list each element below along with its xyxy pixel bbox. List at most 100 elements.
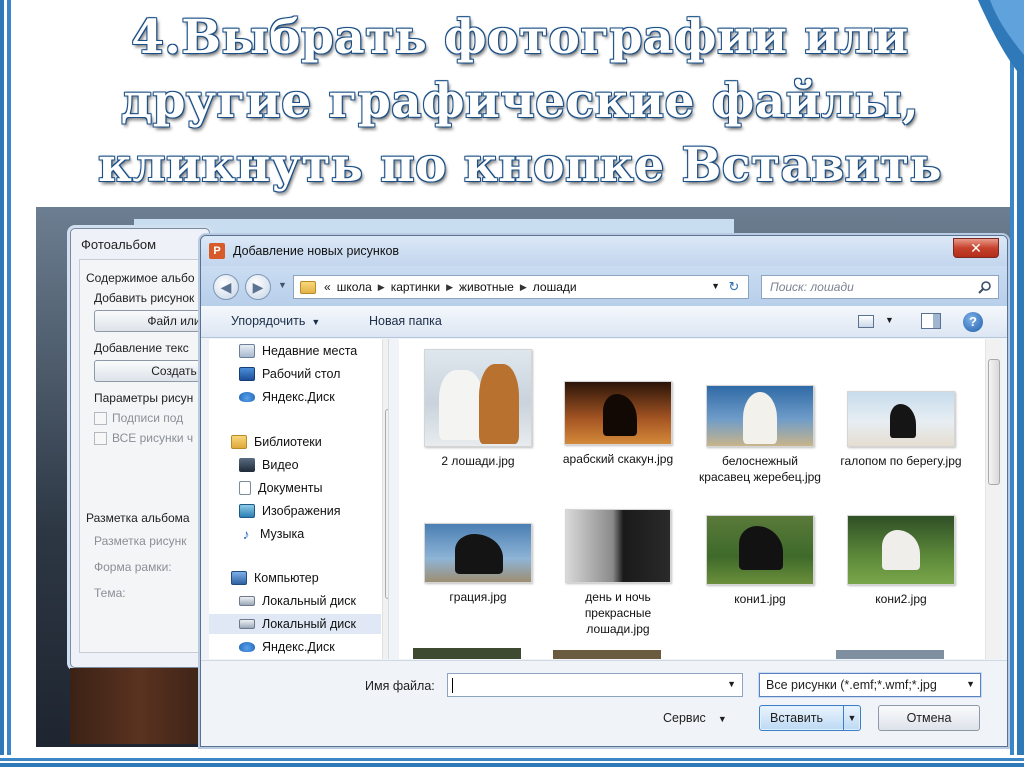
insert-options-dropdown[interactable]: ▼ bbox=[843, 706, 860, 730]
nav-item-local-disk-selected[interactable]: Локальный диск bbox=[209, 614, 381, 634]
file-item[interactable]: 2 лошади.jpg bbox=[413, 349, 543, 469]
folder-icon bbox=[300, 280, 316, 294]
search-placeholder: Поиск: лошади bbox=[770, 280, 854, 294]
nav-item-yandex-disk[interactable]: Яндекс.Диск bbox=[239, 387, 335, 407]
slide-frame-bottom bbox=[0, 755, 1024, 767]
history-dropdown-icon[interactable]: ▼ bbox=[278, 280, 287, 290]
video-icon bbox=[239, 458, 255, 472]
file-item[interactable]: грация.jpg bbox=[413, 523, 543, 605]
insert-label: Вставить bbox=[770, 711, 823, 725]
nav-item-label: Недавние места bbox=[262, 344, 358, 358]
nav-item-label: Локальный диск bbox=[262, 617, 356, 631]
checkbox-box bbox=[94, 431, 107, 445]
scrollbar-thumb[interactable] bbox=[385, 409, 388, 599]
close-button[interactable]: ✕ bbox=[953, 238, 999, 258]
album-dialog-title: Фотоальбом bbox=[81, 237, 157, 252]
all-pictures-checkbox[interactable]: ВСЕ рисунки ч bbox=[94, 428, 202, 448]
insert-button[interactable]: Вставить ▼ bbox=[759, 705, 861, 731]
refresh-icon[interactable]: ↻ bbox=[724, 279, 744, 295]
thumbnail-image bbox=[706, 515, 814, 585]
address-dropdown-icon[interactable]: ▼ bbox=[711, 281, 720, 291]
file-name: грация.jpg bbox=[449, 590, 507, 604]
frame-shape-label: Форма рамки: bbox=[94, 560, 172, 574]
service-menu-button[interactable]: Сервис ▼ bbox=[663, 711, 727, 725]
create-button[interactable]: Создать bbox=[94, 360, 208, 382]
breadcrumb-item[interactable]: лошади bbox=[533, 280, 577, 294]
slide-title-line: кликнуть по кнопке Вставить bbox=[97, 138, 943, 193]
slide-title-line: другие графические файлы, bbox=[120, 74, 920, 129]
breadcrumb-item[interactable]: картинки bbox=[391, 280, 440, 294]
file-item[interactable]: галопом по берегу.jpg bbox=[836, 391, 966, 469]
new-folder-button[interactable]: Новая папка bbox=[369, 314, 442, 328]
breadcrumb-item[interactable]: школа bbox=[337, 280, 372, 294]
file-list-scrollbar[interactable] bbox=[985, 339, 1002, 659]
nav-item-local-disk[interactable]: Локальный диск bbox=[239, 591, 356, 611]
add-picture-label: Добавить рисунок bbox=[94, 291, 195, 305]
file-or-disk-button[interactable]: Файл или bbox=[94, 310, 208, 332]
navigation-pane: Недавние места Рабочий стол Яндекс.Диск … bbox=[209, 339, 389, 659]
file-item[interactable]: арабский скакун.jpg bbox=[553, 381, 683, 467]
chevron-down-icon[interactable]: ▼ bbox=[727, 679, 736, 689]
breadcrumb-overflow[interactable]: « bbox=[324, 280, 331, 294]
thumbnail-image bbox=[424, 523, 532, 583]
nav-item-recent-places[interactable]: Недавние места bbox=[239, 341, 357, 361]
cancel-button[interactable]: Отмена bbox=[878, 705, 980, 731]
file-item[interactable]: день и ночь прекрасные лошади.jpg bbox=[553, 509, 683, 637]
nav-item-label: Библиотеки bbox=[254, 435, 322, 449]
thumbnail-image bbox=[424, 349, 532, 447]
chevron-down-icon: ▼ bbox=[311, 317, 321, 327]
file-name: день и ночь прекрасные лошади.jpg bbox=[584, 590, 652, 636]
file-type-select[interactable]: Все рисунки (*.emf;*.wmf;*.jpg ▼ bbox=[759, 673, 981, 697]
album-preview-strip bbox=[70, 668, 210, 744]
yandex-disk-icon bbox=[239, 392, 255, 402]
file-name: галопом по берегу.jpg bbox=[840, 454, 962, 468]
dialog-footer: Имя файла: ▼ Все рисунки (*.emf;*.wmf;*.… bbox=[201, 660, 1007, 746]
nav-item-label: Музыка bbox=[260, 527, 305, 541]
filename-input[interactable]: ▼ bbox=[447, 673, 743, 697]
breadcrumb-item[interactable]: животные bbox=[459, 280, 514, 294]
file-name: кони2.jpg bbox=[875, 592, 927, 606]
chevron-down-icon[interactable]: ▼ bbox=[885, 315, 894, 325]
file-list: 2 лошади.jpg арабский скакун.jpg белосне… bbox=[399, 339, 985, 659]
back-button[interactable]: ◀ bbox=[213, 274, 239, 300]
search-input[interactable]: Поиск: лошади bbox=[761, 275, 999, 299]
help-icon[interactable]: ? bbox=[963, 312, 983, 332]
file-item[interactable]: кони2.jpg bbox=[836, 515, 966, 607]
slide: 4.Выбрать фотографии или другие графичес… bbox=[0, 0, 1024, 767]
nav-item-label: Компьютер bbox=[254, 571, 319, 585]
view-options-icon[interactable] bbox=[858, 315, 874, 328]
thumbnail-image bbox=[836, 650, 944, 659]
file-item[interactable]: белоснежный красавец жеребец.jpg bbox=[695, 385, 825, 485]
organize-button[interactable]: Упорядочить ▼ bbox=[231, 314, 320, 328]
preview-pane-icon[interactable] bbox=[921, 313, 941, 329]
search-icon[interactable] bbox=[978, 280, 992, 294]
address-bar[interactable]: « школа ▶ картинки ▶ животные ▶ лошади ▼… bbox=[293, 275, 749, 299]
navigation-scrollbar[interactable] bbox=[382, 339, 388, 659]
slide-frame-left bbox=[0, 0, 14, 767]
forward-button[interactable]: ▶ bbox=[245, 274, 271, 300]
libraries-icon bbox=[231, 435, 247, 449]
chevron-right-icon[interactable]: ▶ bbox=[378, 282, 385, 293]
nav-item-pictures[interactable]: Изображения bbox=[239, 501, 341, 521]
chevron-right-icon[interactable]: ▶ bbox=[446, 282, 453, 293]
filename-label: Имя файла: bbox=[365, 679, 435, 693]
file-name: кони1.jpg bbox=[734, 592, 786, 606]
chevron-right-icon[interactable]: ▶ bbox=[520, 282, 527, 293]
add-text-label: Добавление текс bbox=[94, 341, 189, 355]
picture-params-label: Параметры рисун bbox=[94, 391, 194, 405]
file-item[interactable]: кони1.jpg bbox=[695, 515, 825, 607]
all-pictures-label: ВСЕ рисунки ч bbox=[112, 431, 194, 445]
nav-item-video[interactable]: Видео bbox=[239, 455, 299, 475]
nav-item-music[interactable]: ♪ Музыка bbox=[239, 524, 305, 544]
nav-item-desktop[interactable]: Рабочий стол bbox=[239, 364, 340, 384]
nav-item-libraries[interactable]: Библиотеки bbox=[231, 432, 322, 452]
captions-checkbox[interactable]: Подписи под bbox=[94, 408, 202, 428]
documents-icon bbox=[239, 481, 251, 495]
nav-item-yandex-disk[interactable]: Яндекс.Диск bbox=[239, 637, 335, 657]
nav-item-label: Рабочий стол bbox=[262, 367, 341, 381]
nav-item-documents[interactable]: Документы bbox=[239, 478, 322, 498]
album-dialog-body: Содержимое альбо Добавить рисунок Файл и… bbox=[79, 259, 209, 653]
scrollbar-thumb[interactable] bbox=[988, 359, 1000, 485]
thumbnail-image bbox=[706, 385, 814, 447]
nav-item-computer[interactable]: Компьютер bbox=[231, 568, 319, 588]
